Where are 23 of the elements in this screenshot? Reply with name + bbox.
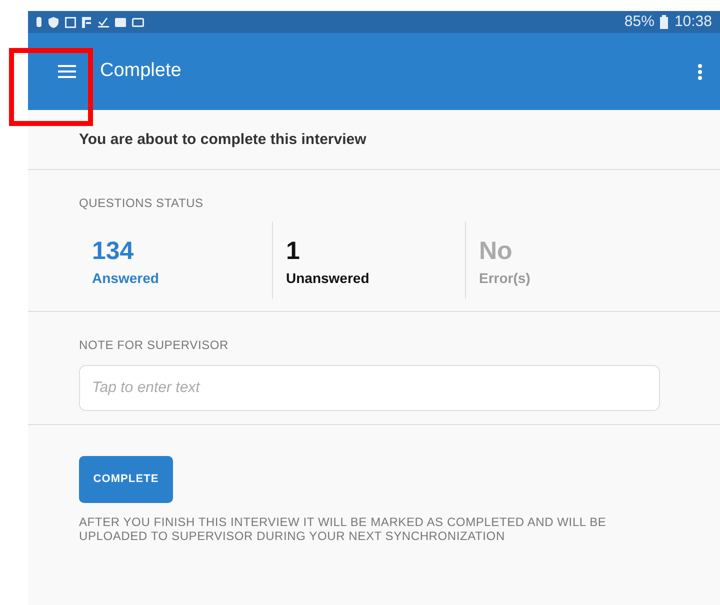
note-input-field[interactable]: Tap to enter text (79, 364, 660, 410)
footer-note: AFTER YOU FINISH THIS INTERVIEW IT WILL BE MARKED AS COMPLETED AND WILL BE UPLOADED TO SUPERVISOR DURING YOUR NEXT SYNCHRONIZATION (79, 514, 608, 542)
stat-value: 134 (92, 236, 134, 266)
clock: 10:38 (674, 12, 712, 32)
screen-title: Complete (100, 59, 182, 84)
box-icon (132, 18, 144, 26)
complete-button[interactable]: COMPLETE (79, 456, 173, 502)
flag-icon (82, 16, 92, 28)
intro-text: You are about to complete this interview (79, 130, 368, 150)
stat-label: Unanswered (286, 268, 370, 288)
stat-value: 1 (286, 236, 300, 266)
section-label: QUESTIONS STATUS (79, 194, 204, 212)
check-icon (98, 16, 109, 28)
stat-label: Answered (92, 268, 159, 288)
menu-icon[interactable] (58, 65, 76, 78)
section-label: NOTE FOR SUPERVISOR (79, 336, 230, 354)
battery-icon (660, 15, 668, 29)
battery-percentage: 85% (624, 12, 654, 32)
more-options-icon[interactable] (698, 64, 702, 80)
shield-icon (48, 16, 59, 28)
stat-label: Error(s) (479, 268, 530, 288)
stat-value: No (479, 236, 512, 266)
image-icon (65, 16, 76, 28)
